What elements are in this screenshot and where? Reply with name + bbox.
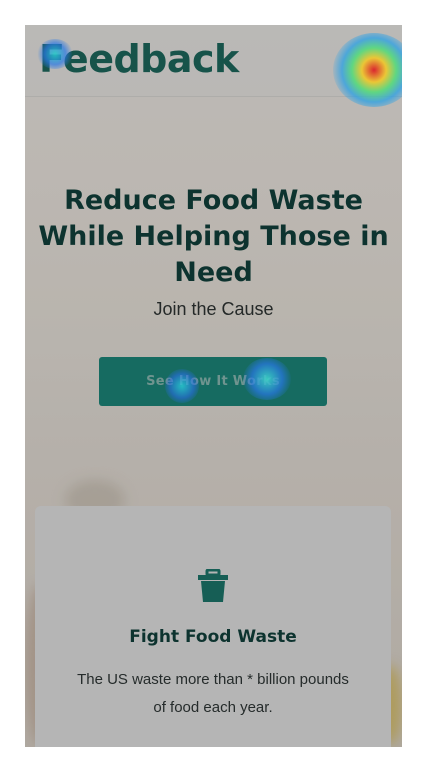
feature-card: Fight Food Waste The US waste more than … — [35, 506, 391, 747]
hero-title: Reduce Food Waste While Helping Those in… — [38, 185, 389, 288]
card-title: Fight Food Waste — [129, 627, 297, 647]
site-header: Feedback — [25, 25, 402, 97]
site-logo[interactable]: Feedback — [39, 37, 239, 81]
see-how-it-works-button[interactable]: See How It Works — [99, 357, 327, 406]
page-frame: Feedback Reduce Food Waste While Helping… — [25, 25, 402, 747]
hero-subtitle: Join the Cause — [153, 299, 274, 319]
card-text: The US waste more than * billion pounds … — [77, 671, 349, 716]
trash-icon — [198, 569, 228, 602]
hero-section: Reduce Food Waste While Helping Those in… — [25, 183, 402, 320]
